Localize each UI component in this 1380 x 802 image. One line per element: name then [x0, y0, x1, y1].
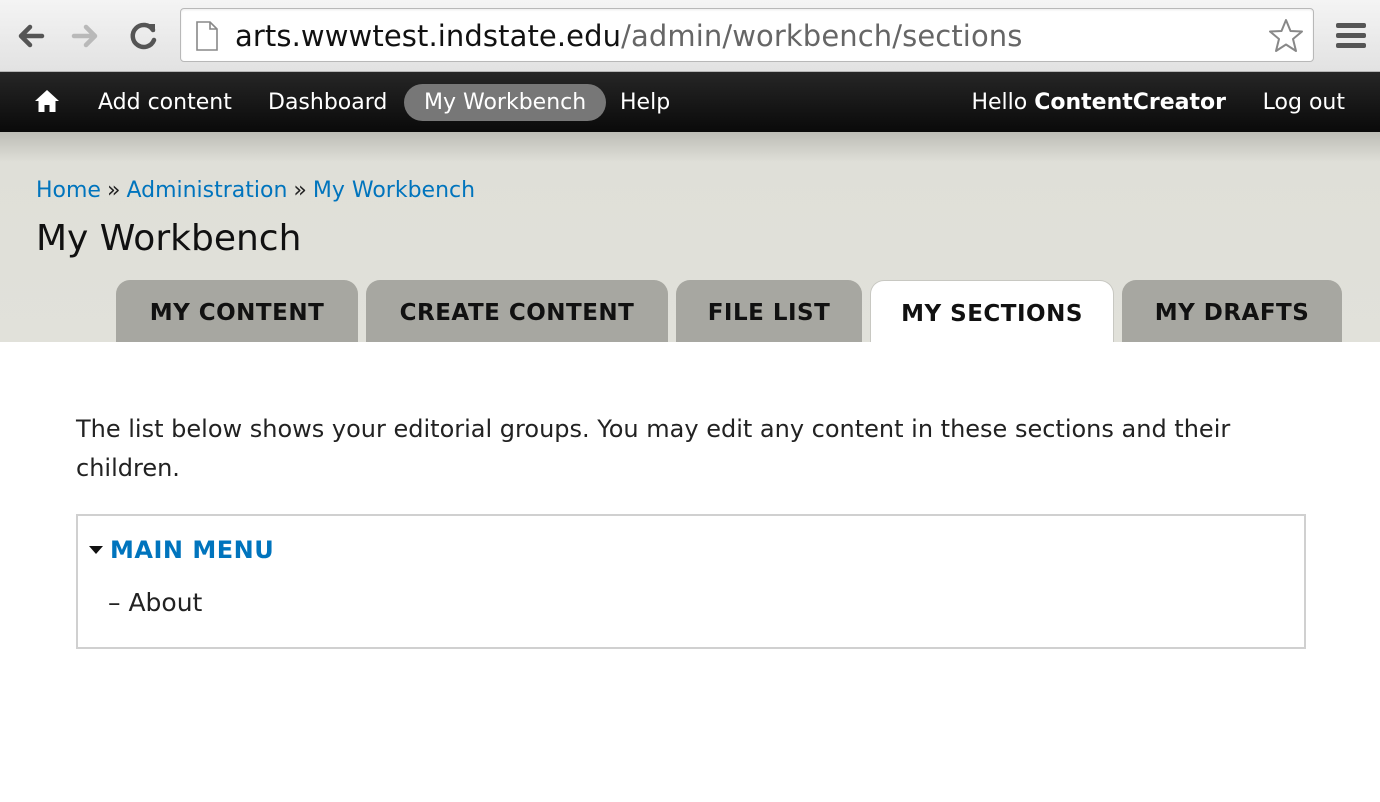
address-bar[interactable]: arts.wwwtest.indstate.edu/admin/workbenc… [180, 8, 1314, 62]
caret-down-icon[interactable] [88, 544, 104, 556]
user-greeting: Hello ContentCreator [971, 84, 1226, 121]
greeting-prefix: Hello [971, 90, 1028, 115]
section-item-about: – About [108, 588, 203, 617]
toolbar-help[interactable]: Help [600, 84, 690, 121]
main-menu-toggle[interactable]: MAIN MENU [88, 536, 274, 564]
browser-chrome: arts.wwwtest.indstate.edu/admin/workbenc… [0, 0, 1380, 72]
logout-link[interactable]: Log out [1263, 84, 1345, 121]
breadcrumb-my-workbench[interactable]: My Workbench [313, 178, 475, 203]
url-text[interactable]: arts.wwwtest.indstate.edu/admin/workbenc… [235, 18, 1023, 54]
breadcrumb: Home» Administration» My Workbench [36, 178, 475, 203]
hamburger-menu-icon[interactable] [1334, 20, 1368, 52]
toolbar-add-content[interactable]: Add content [78, 84, 252, 121]
intro-text: The list below shows your editorial grou… [76, 415, 1231, 482]
tab-my-sections[interactable]: MY SECTIONS [870, 280, 1114, 342]
main-content: The list below shows your editorial grou… [0, 342, 1380, 802]
back-arrow-icon[interactable] [12, 18, 48, 54]
breadcrumb-home[interactable]: Home [36, 178, 101, 203]
tab-my-content[interactable]: MY CONTENT [116, 280, 358, 342]
toolbar-dashboard[interactable]: Dashboard [248, 84, 407, 121]
admin-toolbar: Add content Dashboard My Workbench Help … [0, 72, 1380, 132]
toolbar-my-workbench[interactable]: My Workbench [404, 84, 607, 121]
url-host: arts.wwwtest.indstate.edu [235, 19, 622, 53]
page-icon [196, 21, 218, 51]
tab-my-drafts[interactable]: MY DRAFTS [1122, 280, 1342, 342]
breadcrumb-separator: » [293, 178, 307, 203]
forward-arrow-icon[interactable] [68, 18, 104, 54]
main-menu-title[interactable]: MAIN MENU [110, 536, 274, 564]
home-icon[interactable] [34, 88, 60, 114]
breadcrumb-administration[interactable]: Administration [126, 178, 287, 203]
tab-file-list[interactable]: FILE LIST [676, 280, 862, 342]
tab-create-content[interactable]: CREATE CONTENT [366, 280, 668, 342]
page-header: Home» Administration» My Workbench My Work… [0, 132, 1380, 342]
sections-tree: MAIN MENU – About [76, 514, 1306, 649]
breadcrumb-separator: » [106, 178, 121, 203]
reload-icon[interactable] [126, 18, 162, 54]
url-path: /admin/workbench/sections [621, 19, 1023, 53]
page-title: My Workbench [36, 218, 302, 259]
star-icon[interactable] [1267, 17, 1305, 55]
username[interactable]: ContentCreator [1034, 90, 1226, 115]
